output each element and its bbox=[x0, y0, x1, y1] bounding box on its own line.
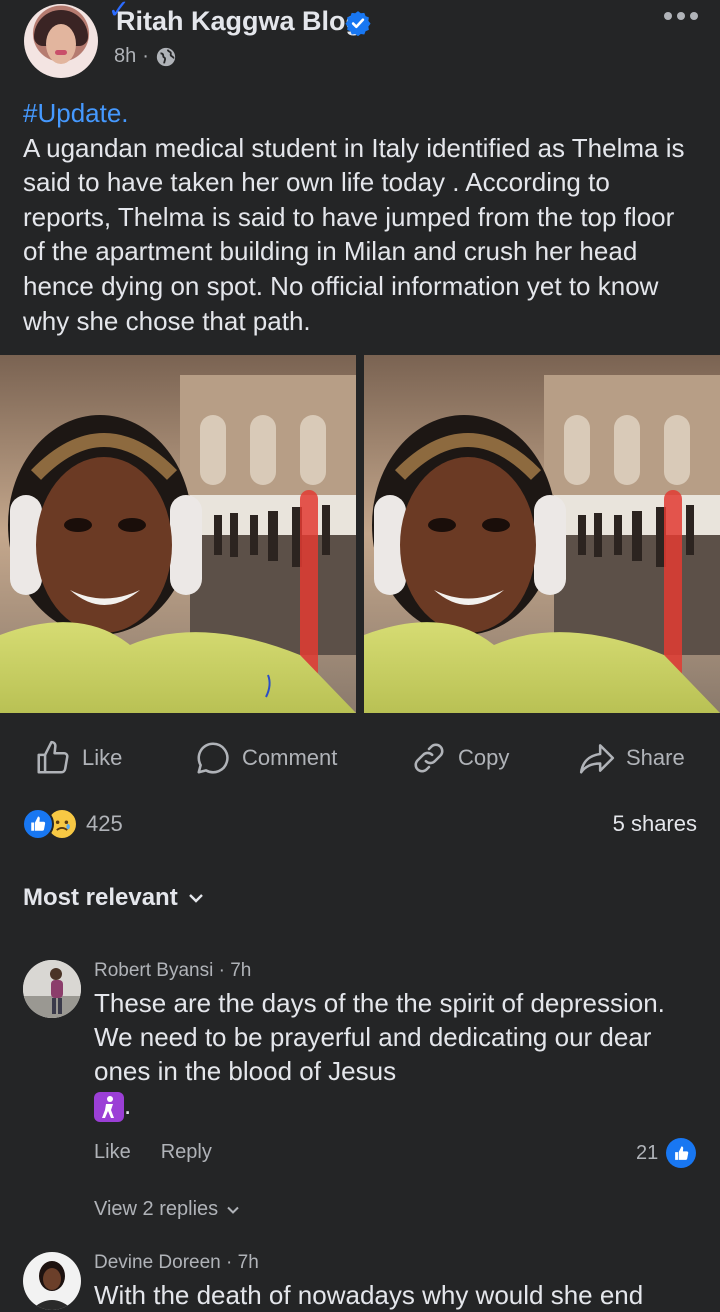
view-replies-label: View 2 replies bbox=[94, 1198, 219, 1220]
like-button[interactable]: Like bbox=[34, 736, 122, 780]
meta-separator: · bbox=[218, 960, 225, 981]
more-options-icon[interactable] bbox=[664, 12, 698, 20]
comment-like-count[interactable]: 21 bbox=[636, 1138, 697, 1168]
share-count[interactable]: 5 shares bbox=[613, 811, 697, 837]
view-replies-button[interactable]: View 2 replies bbox=[94, 1198, 240, 1221]
comment-body: With the death of nowadays why would she… bbox=[94, 1280, 644, 1310]
post-body-text: A ugandan medical student in Italy ident… bbox=[23, 132, 685, 336]
copy-button[interactable]: Copy bbox=[410, 736, 509, 780]
comment-text: With the death of nowadays why would she… bbox=[94, 1278, 714, 1312]
post-photo-right[interactable] bbox=[364, 355, 720, 713]
hashtag-link[interactable]: #Update. bbox=[23, 96, 703, 131]
link-icon bbox=[414, 743, 444, 773]
post-body: #Update. A ugandan medical student in It… bbox=[23, 96, 703, 338]
comment-like-number: 21 bbox=[636, 1141, 659, 1164]
chevron-down-icon bbox=[188, 894, 203, 903]
comment-like-button[interactable]: Like bbox=[94, 1141, 131, 1164]
praying-emoji-icon bbox=[94, 1092, 124, 1123]
share-label: Share bbox=[626, 745, 685, 770]
commenter-avatar[interactable] bbox=[23, 960, 81, 1018]
chevron-down-icon bbox=[227, 1206, 239, 1214]
post-photo-left[interactable] bbox=[0, 355, 356, 713]
like-reaction-icon bbox=[666, 1138, 697, 1168]
author-avatar[interactable] bbox=[24, 4, 98, 78]
comment-sort-dropdown[interactable]: Most relevant bbox=[23, 884, 204, 912]
reaction-summary[interactable]: 425 bbox=[22, 806, 123, 842]
comment-body: These are the days of the the spirit of … bbox=[94, 988, 665, 1086]
comment-author-line: Devine Doreen · 7h bbox=[94, 1252, 259, 1274]
comment-time: 7h bbox=[230, 960, 252, 981]
share-button[interactable]: Share bbox=[578, 736, 685, 780]
reaction-count: 425 bbox=[86, 811, 123, 836]
verified-badge-icon bbox=[345, 11, 371, 36]
like-label: Like bbox=[82, 745, 123, 770]
comment-author-name[interactable]: Devine Doreen bbox=[94, 1252, 221, 1273]
author-name[interactable]: Ritah Kaggwa Blog bbox=[116, 6, 362, 37]
meta-separator: · bbox=[142, 45, 149, 67]
commenter-avatar[interactable] bbox=[23, 1252, 81, 1310]
meta-separator: · bbox=[226, 1252, 233, 1273]
sort-label: Most relevant bbox=[23, 884, 178, 911]
avatar-lips bbox=[55, 50, 67, 55]
selfie-image-left bbox=[0, 355, 356, 713]
comment-emoji-suffix: . bbox=[124, 1090, 132, 1120]
comment-reply-button[interactable]: Reply bbox=[161, 1141, 212, 1164]
post-action-bar: Like Comment Copy Share bbox=[0, 730, 720, 786]
comment-label: Comment bbox=[242, 745, 338, 770]
like-reaction-icon bbox=[22, 808, 54, 840]
post-header: ✓ Ritah Kaggwa Blog 8h · bbox=[0, 0, 720, 92]
thumbs-up-icon bbox=[37, 740, 69, 774]
comment-author-line: Robert Byansi · 7h bbox=[94, 960, 251, 982]
comment-text: These are the days of the the spirit of … bbox=[94, 986, 694, 1123]
post-time[interactable]: 8h bbox=[114, 45, 136, 68]
post-photo-grid bbox=[0, 355, 720, 713]
selfie-image-right bbox=[364, 355, 720, 713]
comment-button[interactable]: Comment bbox=[194, 736, 337, 780]
avatar-face bbox=[46, 24, 76, 64]
comment-actions: Like Reply bbox=[94, 1141, 212, 1164]
share-arrow-icon bbox=[579, 744, 615, 774]
comment-time: 7h bbox=[237, 1252, 259, 1273]
facebook-post-page: ✓ Ritah Kaggwa Blog 8h · #Update. A ugan… bbox=[0, 0, 720, 1312]
copy-label: Copy bbox=[458, 745, 510, 770]
comment-bubble-icon bbox=[197, 742, 229, 774]
comment-author-name[interactable]: Robert Byansi bbox=[94, 960, 213, 981]
post-meta: 8h · bbox=[114, 45, 177, 68]
globe-public-icon bbox=[156, 47, 176, 66]
